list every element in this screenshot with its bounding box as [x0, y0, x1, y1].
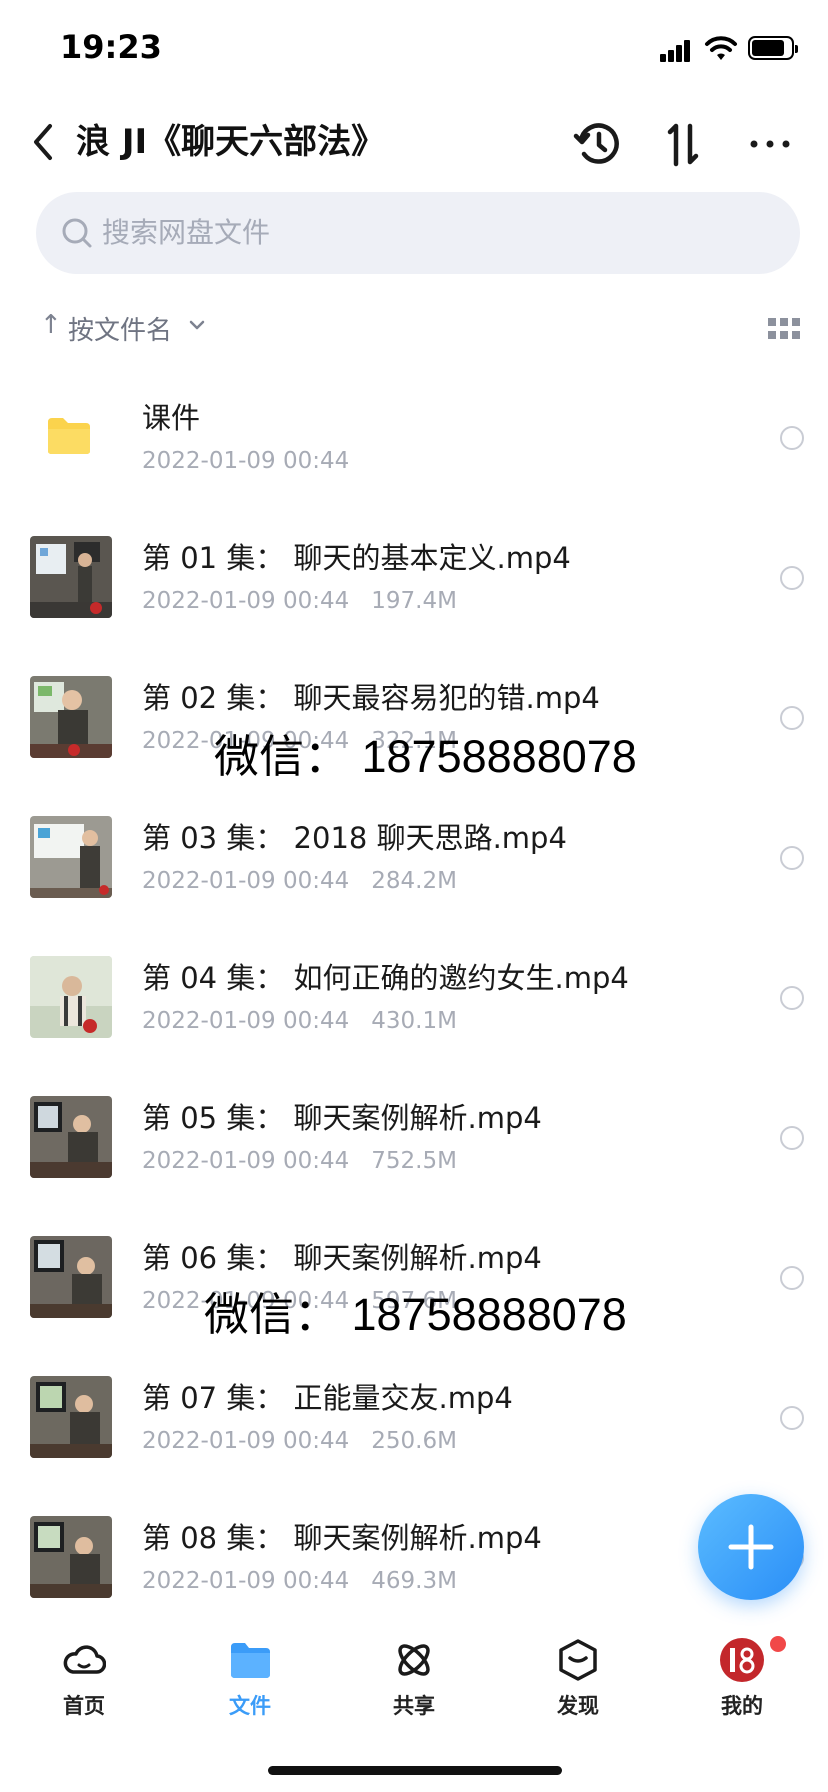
- file-size: 469.3M: [371, 1568, 457, 1594]
- file-meta: 2022-01-09 00:44 197.4M: [142, 584, 457, 618]
- sort-direction-icon[interactable]: ↑: [40, 310, 62, 340]
- file-date: 2022-01-09 00:44: [142, 1148, 350, 1174]
- chevron-down-icon[interactable]: [188, 318, 206, 332]
- video-thumbnail: [30, 956, 112, 1038]
- file-size: 250.6M: [371, 1428, 457, 1454]
- tab-label: 我的: [721, 1694, 763, 1718]
- file-size: 752.5M: [371, 1148, 457, 1174]
- more-icon[interactable]: [744, 118, 796, 170]
- select-radio[interactable]: [780, 986, 804, 1010]
- home-indicator: [268, 1766, 562, 1775]
- file-date: 2022-01-09 00:44: [142, 448, 350, 474]
- video-thumbnail: [30, 1096, 112, 1178]
- list-item-video[interactable]: 第 07 集： 正能量交友.mp4 2022-01-09 00:44 250.6M: [0, 1350, 828, 1490]
- file-meta: 2022-01-09 00:44 469.3M: [142, 1564, 457, 1598]
- list-item-folder[interactable]: 课件 2022-01-09 00:44: [0, 370, 828, 510]
- tab-label: 首页: [63, 1694, 105, 1718]
- video-thumbnail: [30, 536, 112, 618]
- file-date: 2022-01-09 00:44: [142, 588, 350, 614]
- add-button[interactable]: [698, 1494, 804, 1600]
- select-radio[interactable]: [780, 1126, 804, 1150]
- cellular-signal-icon: [660, 38, 698, 62]
- file-meta: 2022-01-09 00:44 430.1M: [142, 1004, 457, 1038]
- status-time: 19:23: [60, 28, 162, 66]
- file-name: 第 04 集： 如何正确的邀约女生.mp4: [142, 961, 629, 995]
- file-date: 2022-01-09 00:44: [142, 1008, 350, 1034]
- file-meta: 2022-01-09 00:44: [142, 444, 349, 478]
- sort-by-name-button[interactable]: 按文件名: [68, 310, 172, 347]
- tab-me[interactable]: 我的: [682, 1634, 802, 1728]
- tab-label: 发现: [557, 1694, 599, 1718]
- file-name: 第 07 集： 正能量交友.mp4: [142, 1381, 513, 1415]
- file-meta: 2022-01-09 00:44 250.6M: [142, 1424, 457, 1458]
- file-name: 第 08 集： 聊天案例解析.mp4: [142, 1521, 542, 1555]
- select-radio[interactable]: [780, 706, 804, 730]
- cloud-icon: [63, 1645, 106, 1674]
- battery-icon: [748, 36, 798, 60]
- share-orbit-icon: [398, 1644, 430, 1676]
- file-name: 第 02 集： 聊天最容易犯的错.mp4: [142, 681, 600, 715]
- file-meta: 2022-01-09 00:44 284.2M: [142, 864, 457, 898]
- history-icon[interactable]: [572, 118, 624, 170]
- folder-icon: [48, 418, 90, 454]
- bottom-tab-bar: 首页 文件 共享 发现 我的: [0, 1622, 828, 1732]
- watermark-text: 微信： 18758888078: [204, 1289, 627, 1340]
- tab-home[interactable]: 首页: [24, 1638, 144, 1728]
- list-item-video[interactable]: 第 04 集： 如何正确的邀约女生.mp4 2022-01-09 00:44 43…: [0, 930, 828, 1070]
- status-bar: 19:23: [0, 0, 828, 100]
- select-radio[interactable]: [780, 566, 804, 590]
- list-item-video[interactable]: 第 01 集： 聊天的基本定义.mp4 2022-01-09 00:44 197.…: [0, 510, 828, 650]
- tab-share[interactable]: 共享: [354, 1638, 474, 1728]
- select-radio[interactable]: [780, 426, 804, 450]
- file-size: 430.1M: [371, 1008, 457, 1034]
- avatar: [720, 1638, 764, 1682]
- select-radio[interactable]: [780, 1266, 804, 1290]
- file-name: 课件: [142, 401, 201, 435]
- list-item-video[interactable]: 第 03 集： 2018 聊天思路.mp4 2022-01-09 00:44 28…: [0, 790, 828, 930]
- file-name: 第 06 集： 聊天案例解析.mp4: [142, 1241, 542, 1275]
- discover-box-icon: [559, 1639, 597, 1681]
- file-name: 第 05 集： 聊天案例解析.mp4: [142, 1101, 542, 1135]
- file-date: 2022-01-09 00:44: [142, 868, 350, 894]
- select-radio[interactable]: [780, 1406, 804, 1430]
- tab-label: 文件: [229, 1694, 271, 1718]
- select-radio[interactable]: [780, 846, 804, 870]
- file-name: 第 01 集： 聊天的基本定义.mp4: [142, 541, 571, 575]
- plus-icon: [728, 1524, 774, 1570]
- video-thumbnail: [30, 1516, 112, 1598]
- sort-toggle-icon[interactable]: [658, 118, 710, 170]
- video-thumbnail: [30, 1236, 112, 1318]
- back-arrow-icon[interactable]: [24, 114, 64, 170]
- tab-files[interactable]: 文件: [190, 1638, 310, 1728]
- sort-bar: ↑ 按文件名: [40, 306, 800, 350]
- video-thumbnail: [30, 676, 112, 758]
- nav-header: 浪 JI《聊天六部法》: [0, 104, 828, 180]
- grid-view-icon[interactable]: [768, 318, 800, 340]
- file-date: 2022-01-09 00:44: [142, 1568, 350, 1594]
- watermark-text: 微信： 18758888078: [214, 731, 637, 782]
- folder-icon: [231, 1643, 270, 1678]
- file-size: 284.2M: [371, 868, 457, 894]
- notification-dot: [768, 1634, 788, 1654]
- file-meta: 2022-01-09 00:44 752.5M: [142, 1144, 457, 1178]
- list-item-video[interactable]: 第 05 集： 聊天案例解析.mp4 2022-01-09 00:44 752.5…: [0, 1070, 828, 1210]
- file-name: 第 03 集： 2018 聊天思路.mp4: [142, 821, 567, 855]
- video-thumbnail: [30, 1376, 112, 1458]
- video-thumbnail: [30, 816, 112, 898]
- search-input[interactable]: 搜索网盘文件: [36, 192, 800, 274]
- search-icon: [62, 218, 92, 248]
- search-placeholder: 搜索网盘文件: [102, 216, 271, 249]
- page-title: 浪 JI《聊天六部法》: [76, 122, 386, 162]
- tab-label: 共享: [393, 1694, 435, 1718]
- wifi-icon: [705, 36, 737, 60]
- file-date: 2022-01-09 00:44: [142, 1428, 350, 1454]
- file-size: 197.4M: [371, 588, 457, 614]
- tab-discover[interactable]: 发现: [518, 1638, 638, 1728]
